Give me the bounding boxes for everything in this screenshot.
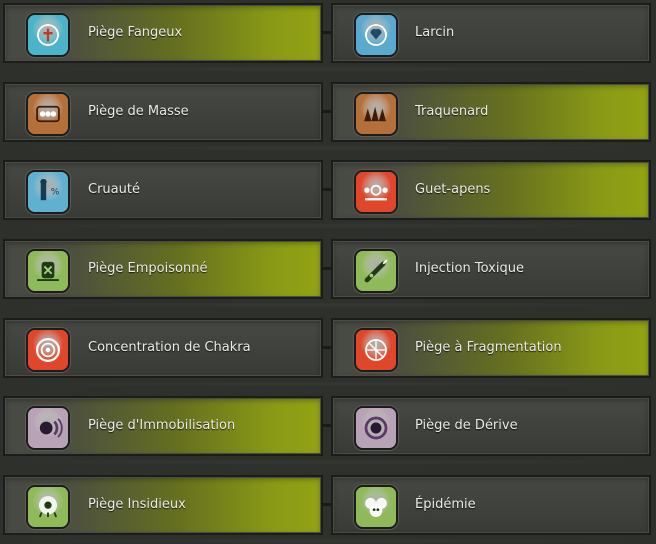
- chakra-icon: [26, 328, 70, 372]
- spell-label: Larcin: [415, 25, 455, 40]
- spell-label: Piège à Fragmentation: [415, 340, 562, 355]
- spell-row: % Cruauté Guet-apens: [0, 157, 656, 229]
- spell-label: Piège Empoisonné: [88, 261, 208, 276]
- drift-trap-icon: [354, 406, 398, 450]
- spell-card-left[interactable]: Concentration de Chakra: [3, 318, 323, 378]
- spell-label: Traquenard: [415, 104, 489, 119]
- immobilization-trap-icon: [26, 406, 70, 450]
- spell-label: Piège de Dérive: [415, 418, 518, 433]
- spell-row: Piège Fangeux Larcin: [0, 0, 656, 72]
- spell-card-right[interactable]: Épidémie: [331, 475, 651, 535]
- ambush-icon: [354, 170, 398, 214]
- spell-card-right[interactable]: Larcin: [331, 3, 651, 63]
- spell-label: Injection Toxique: [415, 261, 524, 276]
- toxic-injection-icon: [354, 249, 398, 293]
- spell-label: Piège de Masse: [88, 104, 189, 119]
- spell-row: Piège d'Immobilisation Piège de Dérive: [0, 393, 656, 465]
- spell-card-left[interactable]: Piège Empoisonné: [3, 239, 323, 299]
- spell-label: Concentration de Chakra: [88, 340, 251, 355]
- insidious-trap-icon: [26, 485, 70, 529]
- larceny-icon: [354, 13, 398, 57]
- spell-card-right[interactable]: Injection Toxique: [331, 239, 651, 299]
- spell-label: Guet-apens: [415, 182, 491, 197]
- svg-text:%: %: [51, 188, 60, 198]
- spell-row: Piège Empoisonné Injection Toxique: [0, 236, 656, 308]
- cruelty-icon: %: [26, 170, 70, 214]
- spell-card-left[interactable]: Piège d'Immobilisation: [3, 396, 323, 456]
- mass-trap-icon: [26, 92, 70, 136]
- spell-card-right[interactable]: Traquenard: [331, 82, 651, 142]
- spell-variant-grid: Piège Fangeux Larcin Piège de Masse Traq…: [0, 0, 656, 544]
- spell-row: Concentration de Chakra Piège à Fragment…: [0, 315, 656, 387]
- spell-card-left[interactable]: % Cruauté: [3, 160, 323, 220]
- spell-label: Épidémie: [415, 497, 476, 512]
- mud-trap-icon: [26, 13, 70, 57]
- spell-card-right[interactable]: Piège à Fragmentation: [331, 318, 651, 378]
- spell-label: Piège Fangeux: [88, 25, 183, 40]
- spell-card-left[interactable]: Piège de Masse: [3, 82, 323, 142]
- spell-row: Piège de Masse Traquenard: [0, 79, 656, 151]
- spell-card-left[interactable]: Piège Insidieux: [3, 475, 323, 535]
- ambush-trap-icon: [354, 92, 398, 136]
- fragmentation-trap-icon: [354, 328, 398, 372]
- epidemic-icon: [354, 485, 398, 529]
- spell-card-left[interactable]: Piège Fangeux: [3, 3, 323, 63]
- spell-card-right[interactable]: Piège de Dérive: [331, 396, 651, 456]
- spell-card-right[interactable]: Guet-apens: [331, 160, 651, 220]
- spell-label: Piège d'Immobilisation: [88, 418, 236, 433]
- spell-label: Cruauté: [88, 182, 140, 197]
- spell-row: Piège Insidieux Épidémie: [0, 472, 656, 544]
- poison-trap-icon: [26, 249, 70, 293]
- spell-label: Piège Insidieux: [88, 497, 186, 512]
